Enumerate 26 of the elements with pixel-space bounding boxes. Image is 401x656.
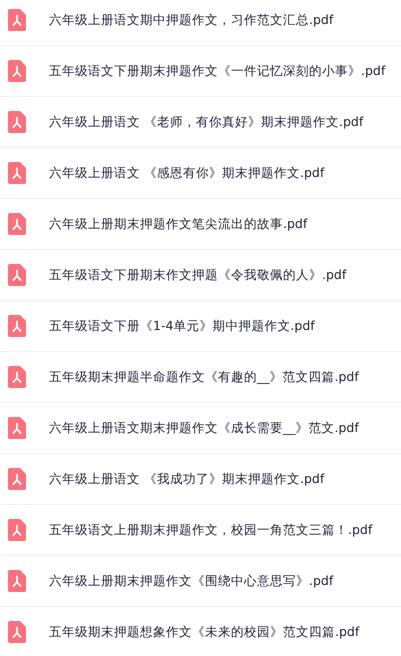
- file-name[interactable]: 五年级语文下册期末作文押题《令我敬佩的人》.pdf: [49, 266, 346, 284]
- file-name[interactable]: 五年级语文下册《1-4单元》期中押题作文.pdf: [49, 318, 315, 334]
- pdf-file-icon: [8, 570, 26, 592]
- pdf-file-icon: [8, 111, 26, 133]
- pdf-file-icon: [8, 519, 26, 541]
- pdf-file-icon: [8, 264, 26, 286]
- file-name[interactable]: 五年级语文下册期末押题作文《一件记忆深刻的小事》.pdf: [49, 62, 386, 80]
- pdf-file-icon: [8, 417, 26, 439]
- pdf-file-icon: [8, 60, 26, 82]
- pdf-file-icon: [8, 621, 26, 643]
- file-name[interactable]: 六年级上册期末押题作文笔尖流出的故事.pdf: [49, 216, 308, 232]
- file-name[interactable]: 五年级语文上册期末押题作文，校园一角范文三篇！.pdf: [49, 522, 372, 538]
- pdf-file-icon: [8, 468, 26, 490]
- pdf-file-icon: [8, 366, 26, 388]
- file-name[interactable]: 六年级上册语文期末押题作文《成长需要__》范文.pdf: [49, 420, 359, 436]
- file-name[interactable]: 六年级上册期末押题作文《围绕中心意思写》.pdf: [49, 572, 334, 590]
- file-name[interactable]: 六年级上册语文 《感恩有你》期末押题作文.pdf: [49, 164, 324, 182]
- pdf-file-icon: [8, 315, 26, 337]
- file-name[interactable]: 六年级上册语文 《老师，有你真好》期末押题作文.pdf: [49, 114, 364, 130]
- file-name[interactable]: 六年级上册语文期中押题作文，习作范文汇总.pdf: [49, 12, 334, 28]
- pdf-file-icon: [8, 213, 26, 235]
- pdf-file-icon: [8, 9, 26, 31]
- file-name[interactable]: 五年级期末押题想象作文《未来的校园》范文四篇.pdf: [49, 624, 360, 640]
- pdf-file-icon: [8, 162, 26, 184]
- file-name[interactable]: 五年级期末押题半命题作文《有趣的__》范文四篇.pdf: [49, 368, 359, 386]
- file-name[interactable]: 六年级上册语文 《我成功了》期末押题作文.pdf: [49, 470, 324, 488]
